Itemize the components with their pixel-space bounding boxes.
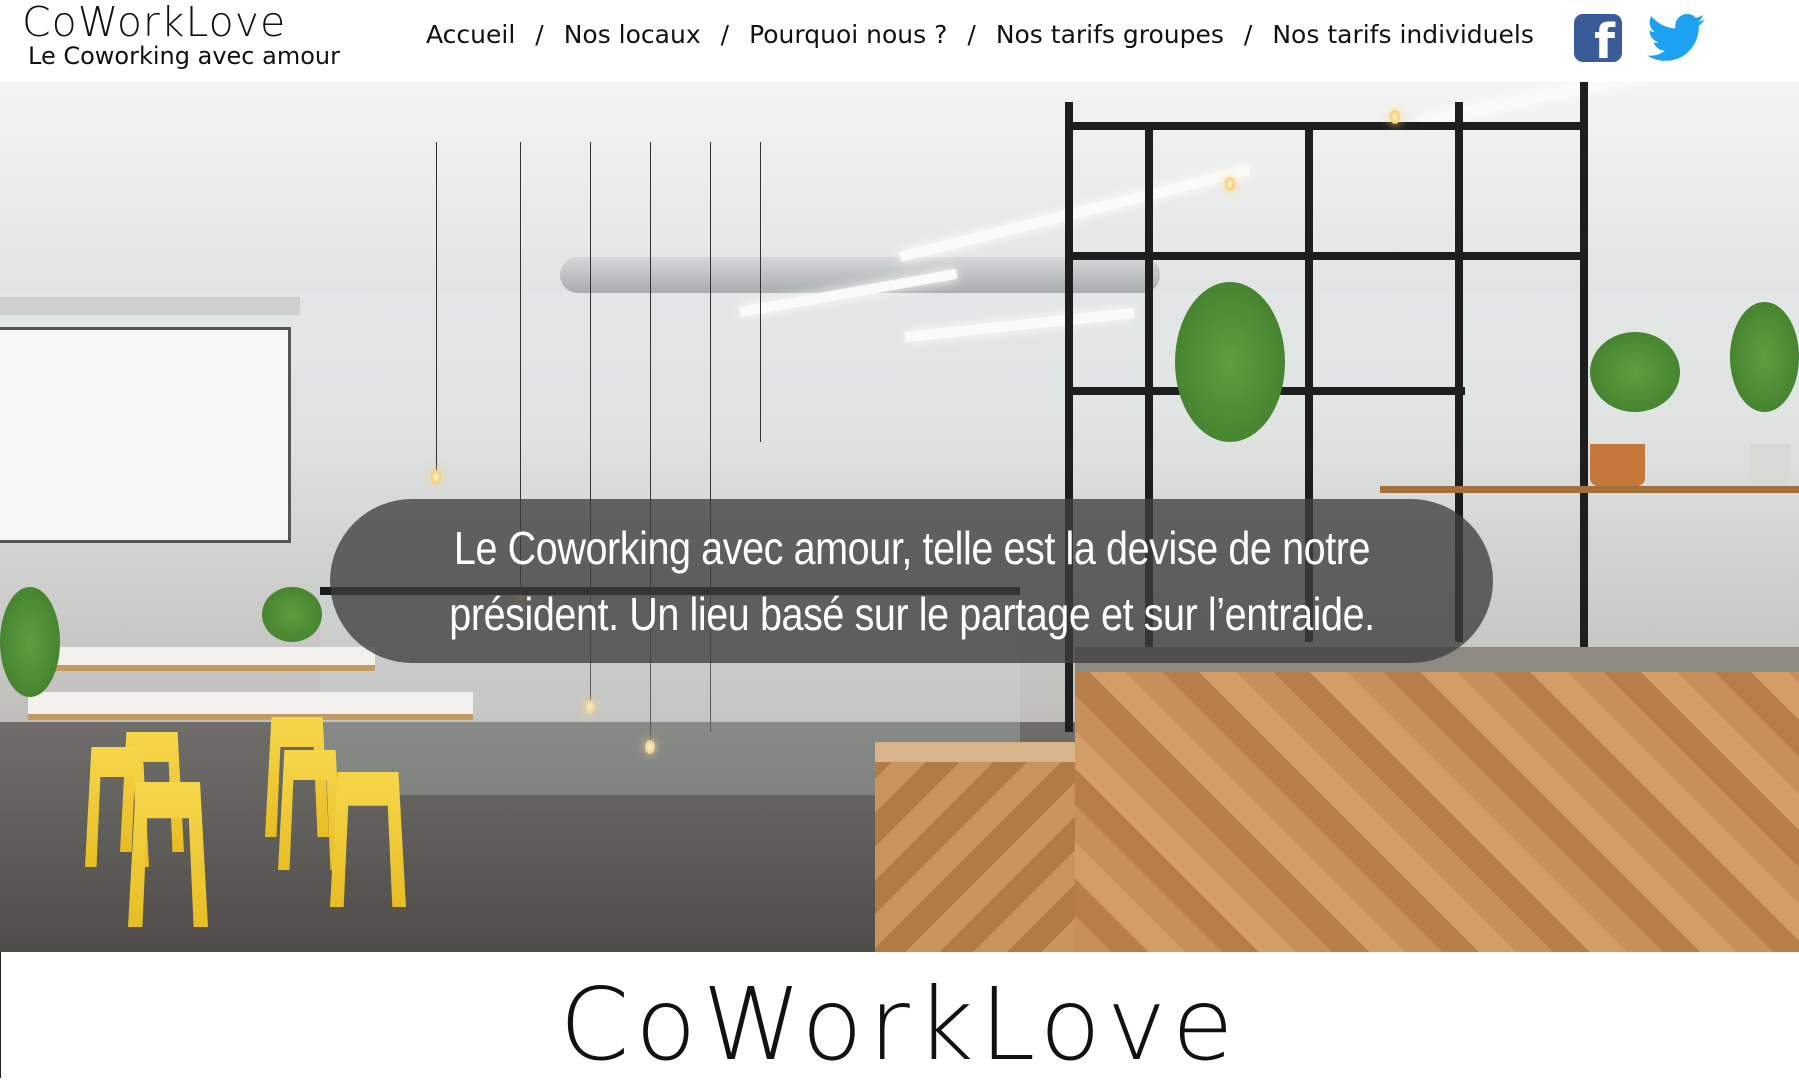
ceiling-light bbox=[904, 307, 1135, 342]
nav-item-tarifs-individuels[interactable]: Nos tarifs individuels bbox=[1272, 20, 1534, 49]
hanging-bulb bbox=[431, 470, 441, 484]
brand[interactable]: CoWorkLove Le Coworking avec amour bbox=[22, 0, 340, 68]
plant bbox=[0, 587, 60, 697]
hanging-bulb bbox=[1390, 110, 1400, 124]
site-logo[interactable]: CoWorkLove bbox=[22, 0, 340, 44]
nav-separator: / bbox=[720, 20, 730, 49]
metal-frame bbox=[1580, 82, 1588, 662]
desk bbox=[28, 692, 473, 720]
facebook-icon[interactable]: f bbox=[1574, 14, 1622, 62]
plant bbox=[1590, 332, 1680, 412]
hanging-wire bbox=[760, 142, 761, 442]
plant bbox=[1730, 302, 1799, 412]
social-links: f bbox=[1574, 14, 1706, 62]
projector-screen bbox=[0, 327, 291, 543]
nav-item-tarifs-groupes[interactable]: Nos tarifs groupes bbox=[996, 20, 1224, 49]
hanging-bulb bbox=[1225, 177, 1235, 191]
nav-separator: / bbox=[535, 20, 544, 49]
plant-pot bbox=[1750, 444, 1790, 486]
metal-frame bbox=[1065, 252, 1585, 260]
site-tagline: Le Coworking avec amour bbox=[28, 42, 340, 70]
footer-logo: CoWorkLove bbox=[559, 966, 1240, 1083]
nav-separator: / bbox=[967, 20, 976, 49]
site-header: CoWorkLove Le Coworking avec amour Accue… bbox=[0, 0, 1799, 82]
quote-box: Le Coworking avec amour, telle est la de… bbox=[330, 499, 1493, 663]
plant bbox=[262, 587, 322, 642]
hero-quote: Le Coworking avec amour, telle est la de… bbox=[448, 522, 1375, 640]
nav-item-nos-locaux[interactable]: Nos locaux bbox=[564, 20, 701, 49]
reception-counter bbox=[875, 762, 1075, 952]
hero-banner: Le Coworking avec amour, telle est la de… bbox=[0, 82, 1799, 952]
nav-item-accueil[interactable]: Accueil bbox=[426, 20, 515, 49]
nav-item-pourquoi-nous[interactable]: Pourquoi nous ? bbox=[749, 20, 947, 49]
desk bbox=[45, 647, 375, 671]
photo-wall-strip bbox=[0, 297, 300, 315]
twitter-icon[interactable] bbox=[1646, 14, 1706, 62]
nav-separator: / bbox=[1243, 20, 1253, 49]
plant bbox=[1175, 282, 1285, 442]
main-nav: Accueil / Nos locaux / Pourquoi nous ? /… bbox=[426, 20, 1534, 49]
reception-counter bbox=[1075, 672, 1799, 952]
plant-pot bbox=[1590, 444, 1645, 486]
metal-frame bbox=[1065, 122, 1585, 130]
wooden-shelf bbox=[1380, 486, 1799, 493]
hanging-wire bbox=[436, 142, 437, 472]
